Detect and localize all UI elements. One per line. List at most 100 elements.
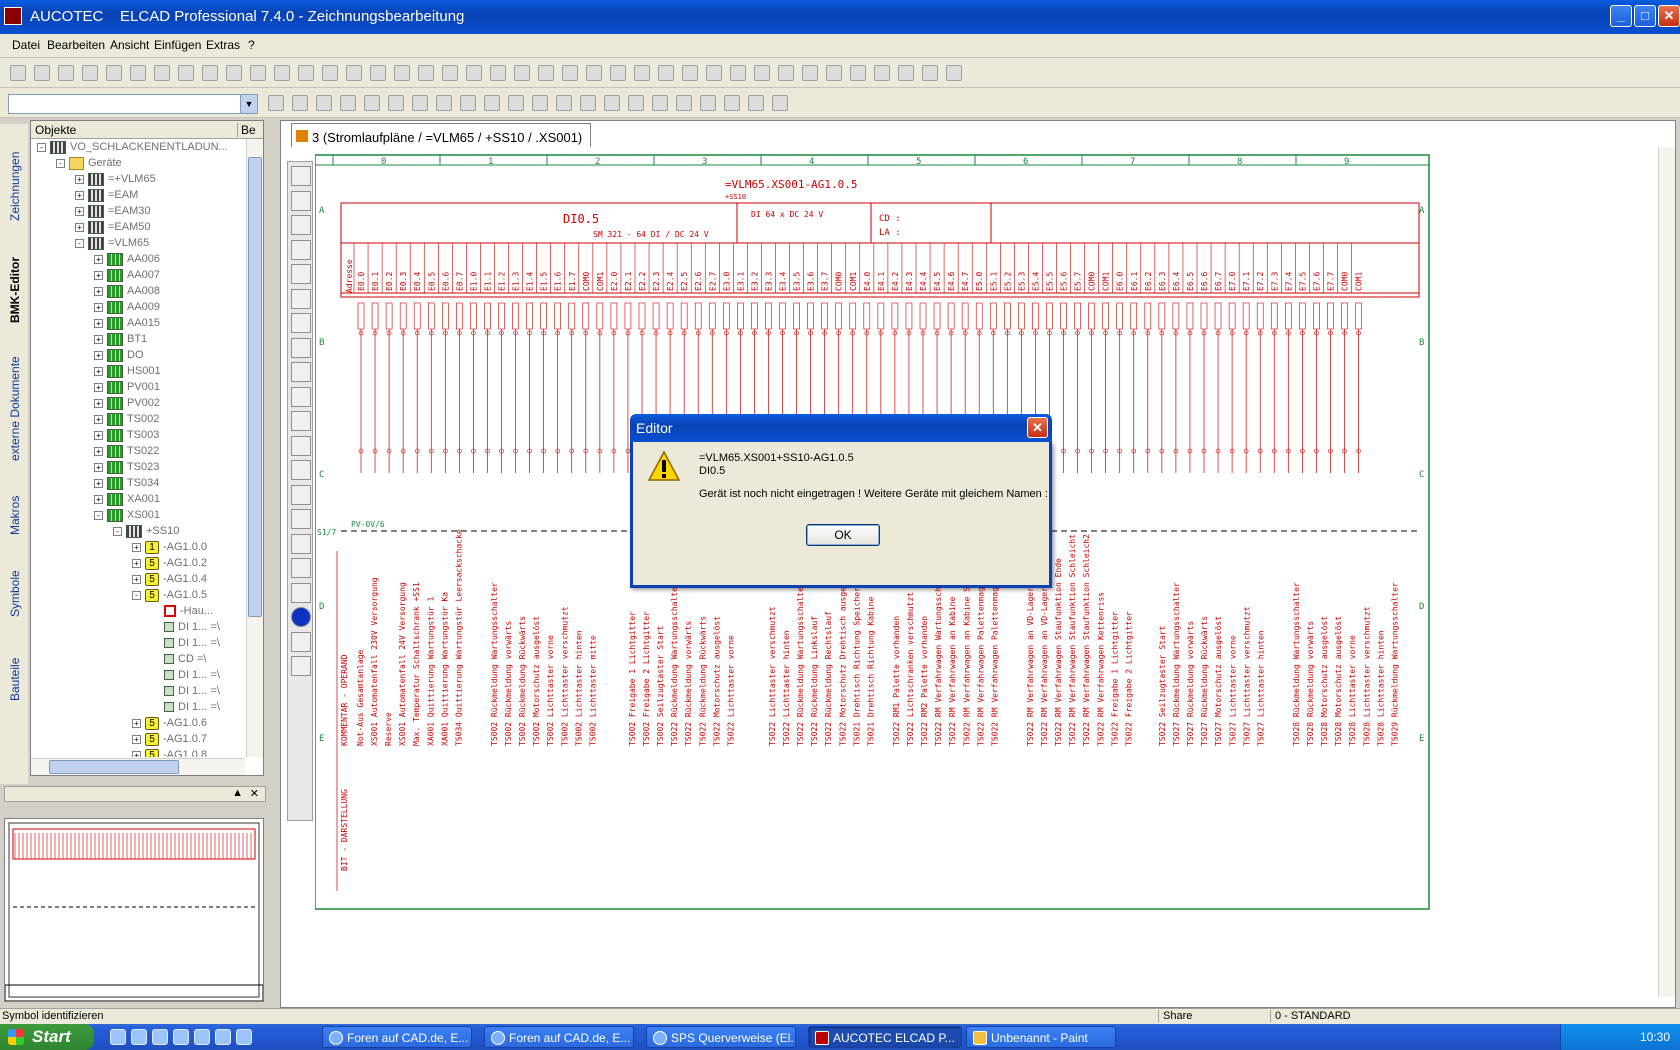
drawing-tool-button[interactable] [291, 460, 311, 480]
toolbar-button[interactable] [82, 65, 98, 81]
expand-icon[interactable]: + [75, 222, 84, 232]
tab-symbole[interactable]: Symbole [4, 558, 26, 630]
tree-node[interactable]: + AA008 [94, 283, 160, 299]
drawing-tool-button[interactable] [291, 435, 311, 456]
collapse-icon[interactable]: - [56, 158, 65, 168]
expand-icon[interactable]: + [94, 270, 103, 280]
toolbar-button[interactable] [418, 65, 434, 81]
tree-vertical-scrollbar[interactable] [246, 139, 263, 757]
toolbar-button[interactable] [682, 65, 698, 81]
toolbar-button[interactable] [754, 65, 770, 81]
toolbar-button[interactable] [106, 65, 122, 81]
tree-node[interactable]: DI 1... =\ [151, 619, 220, 635]
expand-icon[interactable]: + [94, 462, 103, 472]
toolbar-button[interactable] [658, 65, 674, 81]
toolbar-button[interactable] [610, 65, 626, 81]
expand-icon[interactable]: + [94, 478, 103, 488]
tree-node[interactable]: + TS023 [94, 459, 159, 475]
toolbar-button[interactable] [388, 95, 404, 111]
toolbar-button[interactable] [394, 65, 410, 81]
tree-node[interactable]: - +SS10 [113, 523, 179, 539]
tree-node[interactable]: + DO [94, 347, 144, 363]
tree-node[interactable]: CD =\ [151, 651, 206, 667]
quicklaunch-icon[interactable] [152, 1029, 168, 1045]
drawing-tool-button[interactable] [291, 288, 311, 309]
toolbar-button[interactable] [772, 95, 788, 111]
toolbar-button[interactable] [922, 65, 938, 81]
drawing-overview[interactable] [4, 818, 264, 1002]
expand-icon[interactable]: + [94, 366, 103, 376]
expand-icon[interactable]: + [132, 574, 141, 584]
task-button-sps[interactable]: SPS Querverweise (El... [646, 1026, 796, 1048]
tree-node[interactable]: + =EAM50 [75, 219, 151, 235]
task-button-foren1[interactable]: Foren auf CAD.de, E... [322, 1026, 472, 1048]
toolbar-button[interactable] [700, 95, 716, 111]
ok-button[interactable]: OK [806, 524, 880, 546]
toolbar-button[interactable] [730, 65, 746, 81]
toolbar-button[interactable] [562, 65, 578, 81]
toolbar-button[interactable] [898, 65, 914, 81]
tree-node[interactable]: + XA001 [94, 491, 160, 507]
tree-node[interactable]: + TS034 [94, 475, 159, 491]
tree-node[interactable]: + BT1 [94, 331, 147, 347]
drawing-tool-button[interactable] [291, 631, 311, 652]
menu-help[interactable]: ? [248, 38, 255, 52]
expand-icon[interactable]: + [75, 174, 84, 184]
toolbar-button[interactable] [508, 95, 524, 111]
drawing-tool-button[interactable] [291, 362, 311, 382]
dialog-close-icon[interactable]: ✕ [1027, 417, 1048, 438]
tree-node[interactable]: -Hau... [151, 603, 213, 619]
tree-node[interactable]: + AA015 [94, 315, 160, 331]
tree-node[interactable]: - Geräte [56, 155, 122, 171]
toolbar-button[interactable] [802, 65, 818, 81]
maximize-button[interactable]: □ [1634, 5, 1656, 27]
menu-ansicht[interactable]: Ansicht [110, 38, 149, 52]
toolbar-button[interactable] [340, 95, 356, 111]
drawing-tool-button[interactable] [291, 166, 311, 186]
collapse-icon[interactable]: - [94, 510, 103, 520]
toolbar-button[interactable] [874, 65, 890, 81]
toolbar-button[interactable] [826, 65, 842, 81]
expand-icon[interactable]: + [94, 350, 103, 360]
expand-icon[interactable]: + [94, 494, 103, 504]
expand-icon[interactable]: + [94, 334, 103, 344]
toolbar-button[interactable] [484, 95, 500, 111]
drawing-tool-button[interactable] [291, 386, 311, 407]
toolbar-button[interactable] [412, 95, 428, 111]
layer-combo[interactable]: ▼ [8, 94, 258, 114]
tree-node[interactable]: +5 -AG1.0.4 [132, 571, 207, 587]
tree-node[interactable]: - VO_SCHLACKENENTLADUN... [37, 139, 228, 155]
tree-node[interactable]: + PV001 [94, 379, 160, 395]
scroll-thumb[interactable] [248, 157, 262, 617]
tree-node[interactable]: + PV002 [94, 395, 160, 411]
tree-node[interactable]: + TS003 [94, 427, 159, 443]
tab-bmk-editor[interactable]: BMK-Editor [4, 242, 26, 338]
toolbar-button[interactable] [634, 65, 650, 81]
toolbar-button[interactable] [460, 95, 476, 111]
toolbar-button[interactable] [586, 65, 602, 81]
scroll-thumb[interactable] [49, 760, 179, 774]
tree-node[interactable]: + =EAM30 [75, 203, 151, 219]
task-button-paint[interactable]: Unbenannt - Paint [966, 1026, 1116, 1048]
drawing-tool-button[interactable] [291, 509, 311, 529]
objects-header-be[interactable]: Be [237, 123, 256, 137]
tree-node[interactable]: DI 1... =\ [151, 683, 220, 699]
tab-makros[interactable]: Makros [4, 480, 26, 550]
toolbar-button[interactable] [34, 65, 50, 81]
tree-node[interactable]: + TS002 [94, 411, 159, 427]
toolbar-button[interactable] [274, 65, 290, 81]
drawing-tool-button[interactable] [291, 239, 311, 260]
tree-node[interactable]: + AA009 [94, 299, 160, 315]
expand-icon[interactable]: + [132, 558, 141, 568]
quicklaunch-icon[interactable] [236, 1029, 252, 1045]
drawing-tool-button[interactable] [291, 533, 311, 554]
toolbar-button[interactable] [226, 65, 242, 81]
drawing-tool-button[interactable] [291, 484, 311, 505]
expand-icon[interactable]: + [94, 414, 103, 424]
tree-node[interactable]: DI 1... =\ [151, 699, 220, 715]
toolbar-button[interactable] [676, 95, 692, 111]
drawing-tool-button[interactable] [291, 215, 311, 235]
toolbar-button[interactable] [130, 65, 146, 81]
minimize-button[interactable]: _ [1610, 5, 1632, 27]
toolbar-button[interactable] [178, 65, 194, 81]
